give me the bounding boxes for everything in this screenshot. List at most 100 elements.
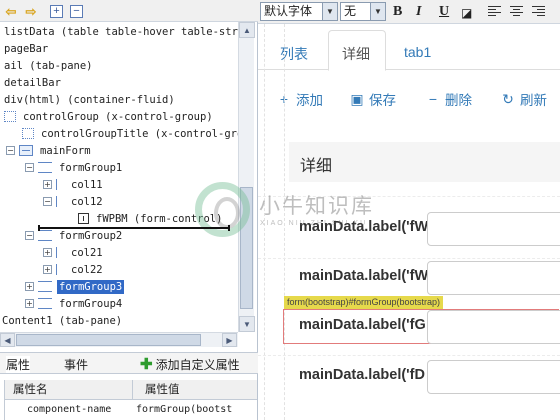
list-icon <box>4 111 16 122</box>
expand-all-icon[interactable]: + <box>50 5 63 18</box>
form-label: mainData.label('fG <box>299 317 426 333</box>
property-name: component-name <box>27 404 112 415</box>
align-center-icon[interactable] <box>510 5 523 17</box>
outline-toolbar: ⇦ ⇨ + − <box>0 0 258 22</box>
underline-button[interactable]: U <box>439 4 449 20</box>
scroll-up-icon[interactable]: ▲ <box>239 22 255 38</box>
expand-toggle-icon[interactable]: + <box>25 282 34 291</box>
tree-item[interactable]: + col11 <box>43 176 105 193</box>
form-label: mainData.label('fD <box>299 367 425 383</box>
add-custom-property-button[interactable]: ✚ 添加自定义属性 <box>140 356 240 373</box>
layout-guide <box>264 24 265 420</box>
tab-events[interactable]: 事件 <box>64 356 88 373</box>
layout-guide <box>258 355 560 356</box>
form-group[interactable]: mainData.label('fW <box>284 212 560 246</box>
form-group[interactable]: mainData.label('fD <box>284 360 560 394</box>
tree-item[interactable]: Content1 (tab-pane) <box>0 312 124 329</box>
tree-item[interactable]: ail (tab-pane) <box>2 57 95 74</box>
tree-item[interactable]: + col21 <box>43 244 105 261</box>
collapse-toggle-icon[interactable]: − <box>43 197 52 206</box>
expand-toggle-icon[interactable]: + <box>25 299 34 308</box>
expand-toggle-icon[interactable]: + <box>43 180 52 189</box>
properties-table: 属性名 属性值 component-name formGroup(bootst <box>4 380 257 420</box>
section-title: 详细 <box>289 142 560 182</box>
align-right-icon[interactable] <box>532 5 545 17</box>
save-button[interactable]: ▣ 保存 <box>350 89 396 109</box>
arrow-left-icon[interactable]: ⇦ <box>3 3 19 19</box>
scroll-right-icon[interactable]: ▶ <box>222 333 237 347</box>
scroll-down-icon[interactable]: ▼ <box>239 316 255 332</box>
tree-item[interactable]: div(html) (container-fluid) <box>2 91 177 108</box>
column-icon <box>56 264 64 275</box>
column-icon <box>56 179 64 190</box>
bold-button[interactable]: B <box>393 4 402 20</box>
form-group-selected[interactable]: mainData.label('fG <box>283 309 560 344</box>
group-icon <box>38 298 52 309</box>
form-icon <box>19 145 33 156</box>
refresh-button[interactable]: ↻ 刷新 <box>501 89 547 109</box>
align-left-icon[interactable] <box>488 5 501 17</box>
minus-icon: − <box>428 91 438 107</box>
component-tree: listData (table table-hover table-strip … <box>0 22 238 332</box>
column-icon <box>56 196 64 207</box>
form-input[interactable] <box>427 212 560 246</box>
font-size-select[interactable]: 无 ▼ <box>340 2 386 21</box>
expand-toggle-icon[interactable]: + <box>43 248 52 257</box>
layout-guide <box>258 196 560 197</box>
collapse-toggle-icon[interactable]: − <box>25 231 34 240</box>
action-bar: + 添加 ▣ 保存 − 删除 ↻ 刷新 <box>258 84 560 114</box>
plus-icon: ✚ <box>140 355 153 373</box>
chevron-down-icon: ▼ <box>370 3 385 20</box>
tree-item[interactable]: + formGroup4 <box>25 295 124 312</box>
tree-vertical-scrollbar[interactable]: ▲ ▼ <box>238 22 255 332</box>
group-icon <box>38 281 52 292</box>
save-icon: ▣ <box>350 90 364 107</box>
collapse-all-icon[interactable]: − <box>70 5 83 18</box>
column-header-value: 属性值 <box>133 380 257 400</box>
tree-item[interactable]: − col12 <box>43 193 105 210</box>
tree-item[interactable]: controlGroup (x-control-group) <box>4 108 215 125</box>
tab-tab1[interactable]: tab1 <box>404 44 431 60</box>
chevron-down-icon: ▼ <box>322 3 337 20</box>
tree-item[interactable]: pageBar <box>2 40 50 57</box>
tree-horizontal-scrollbar[interactable]: ◀ ▶ <box>0 332 238 347</box>
properties-tabbar: 属性 事件 ✚ 添加自定义属性 <box>0 352 258 374</box>
form-input[interactable] <box>427 261 560 295</box>
tab-detail[interactable]: 详细 <box>328 30 386 71</box>
group-icon <box>38 162 52 173</box>
delete-button[interactable]: − 删除 <box>426 89 472 109</box>
selection-tag: form(bootstrap)#formGroup(bootstrap) <box>284 296 444 309</box>
tree-item[interactable]: fWPBM (form-control) <box>78 210 224 227</box>
expand-toggle-icon[interactable]: + <box>43 265 52 274</box>
collapse-toggle-icon[interactable]: − <box>6 146 15 155</box>
collapse-toggle-icon[interactable]: − <box>25 163 34 172</box>
tree-item[interactable]: + col22 <box>43 261 105 278</box>
outline-panel: ⇦ ⇨ + − listData (table table-hover tabl… <box>0 0 258 420</box>
control-icon <box>78 213 89 224</box>
property-value[interactable]: formGroup(bootst <box>136 401 256 419</box>
tree-item[interactable]: controlGroupTitle (x-control-grou <box>22 125 238 142</box>
form-group[interactable]: mainData.label('fW <box>284 261 560 295</box>
italic-button[interactable]: I <box>416 4 421 20</box>
scroll-left-icon[interactable]: ◀ <box>0 333 15 347</box>
scrollbar-thumb[interactable] <box>240 187 253 309</box>
tree-item-selected[interactable]: + formGroup3 <box>25 278 125 295</box>
design-tabs: 列表 详细 tab1 <box>258 24 560 71</box>
format-toolbar: 默认字体 ▼ 无 ▼ B I U ◪ <box>258 0 560 24</box>
form-input[interactable] <box>427 310 560 344</box>
tab-properties[interactable]: 属性 <box>6 356 31 373</box>
scrollbar-thumb[interactable] <box>16 334 201 346</box>
tree-item[interactable]: − mainForm <box>6 142 93 159</box>
layout-guide <box>258 258 560 259</box>
arrow-right-icon[interactable]: ⇨ <box>23 3 39 19</box>
tree-item[interactable]: − formGroup1 <box>25 159 124 176</box>
group-icon <box>38 230 52 241</box>
tree-item[interactable]: listData (table table-hover table-strip <box>2 23 238 40</box>
form-label: mainData.label('fW <box>299 219 429 235</box>
font-family-select[interactable]: 默认字体 ▼ <box>260 2 338 21</box>
drop-indicator <box>38 225 230 231</box>
tree-item[interactable]: detailBar <box>2 74 63 91</box>
form-input[interactable] <box>427 360 560 394</box>
clear-format-icon[interactable]: ◪ <box>461 6 472 21</box>
column-icon <box>56 247 64 258</box>
